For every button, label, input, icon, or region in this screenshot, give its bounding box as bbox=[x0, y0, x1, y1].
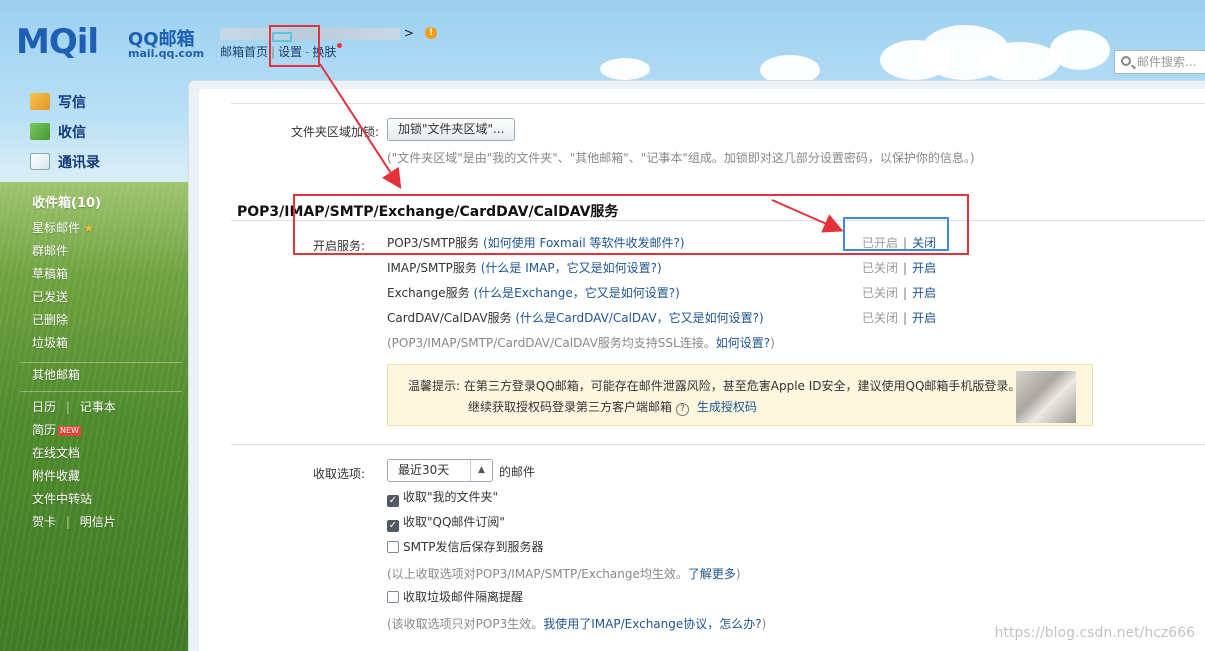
annotation-arrow bbox=[771, 199, 844, 233]
annotation-arrow bbox=[319, 63, 402, 190]
annotation-arrows bbox=[319, 63, 844, 233]
watermark: https://blog.csdn.net/hcz666 bbox=[994, 625, 1195, 641]
